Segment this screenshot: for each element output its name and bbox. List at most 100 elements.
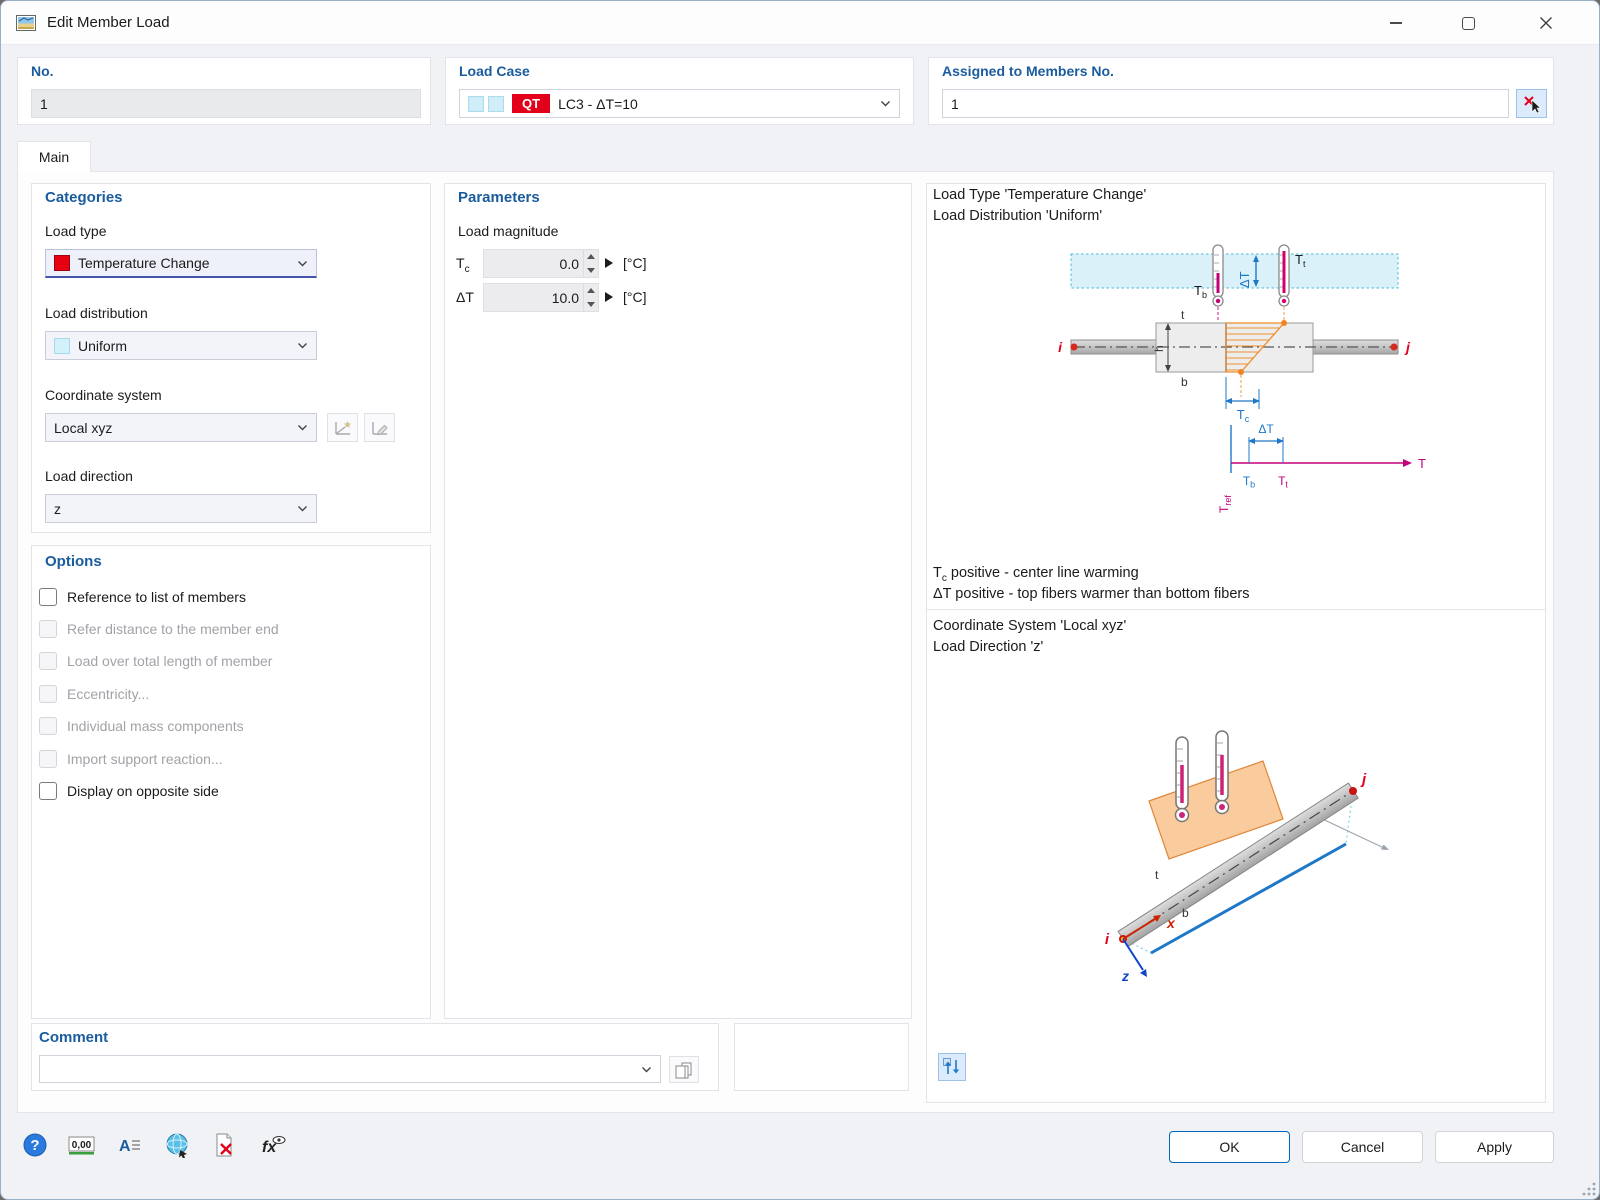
view-button[interactable] bbox=[163, 1131, 191, 1159]
delta-t-input-box bbox=[483, 283, 599, 312]
refer-distance-to-member-end-checkbox bbox=[39, 620, 57, 638]
close-button[interactable] bbox=[1505, 1, 1587, 45]
preview-divider bbox=[927, 609, 1545, 610]
label-delta-t-axis: ΔT bbox=[1258, 422, 1274, 436]
select-members-button[interactable] bbox=[1516, 89, 1547, 118]
label-z-axis: z bbox=[1121, 968, 1129, 984]
flip-view-button[interactable] bbox=[938, 1053, 966, 1081]
chevron-down-icon bbox=[641, 1066, 652, 1073]
minimize-icon bbox=[1390, 22, 1402, 24]
no-input bbox=[31, 89, 421, 118]
label-b: b bbox=[1181, 375, 1188, 389]
spinner-up-icon bbox=[587, 288, 595, 293]
checkbox-label: Individual mass components bbox=[67, 718, 244, 734]
label-x-axis: x bbox=[1166, 915, 1176, 931]
option-row: Eccentricity... bbox=[39, 682, 149, 706]
label-tc: Tc bbox=[1237, 407, 1250, 424]
coordinate-system-combobox[interactable]: Local xyz bbox=[45, 413, 317, 442]
spinner-up-button[interactable] bbox=[584, 284, 598, 298]
label-node-i: i bbox=[1058, 339, 1063, 355]
coordinate-system-label: Coordinate system bbox=[45, 387, 162, 403]
reference-to-list-of-members-checkbox[interactable] bbox=[39, 588, 57, 606]
assigned-members-input[interactable] bbox=[942, 89, 1509, 118]
load-case-label: Load Case bbox=[459, 63, 530, 79]
delta-t-spinner bbox=[583, 284, 598, 311]
no-label: No. bbox=[31, 63, 54, 79]
tc-detail-button[interactable] bbox=[605, 258, 613, 268]
member-orientation-diagram: i j x z t b bbox=[926, 691, 1546, 1021]
chevron-down-icon bbox=[297, 342, 308, 349]
new-coordinate-system-button[interactable] bbox=[327, 413, 358, 442]
new-coordinate-system-icon bbox=[332, 417, 354, 439]
parameters-title: Parameters bbox=[458, 189, 540, 206]
formula-button[interactable]: fx bbox=[259, 1131, 287, 1159]
options-title: Options bbox=[45, 553, 102, 570]
spinner-down-button[interactable] bbox=[584, 298, 598, 312]
tc-spinner bbox=[583, 250, 598, 277]
display-on-opposite-side-checkbox[interactable] bbox=[39, 782, 57, 800]
units-icon: 0,00 bbox=[68, 1132, 95, 1158]
preview-note-2: ΔT positive - top fibers warmer than bot… bbox=[933, 586, 1249, 602]
flip-arrows-icon bbox=[942, 1057, 962, 1077]
svg-text:A: A bbox=[119, 1138, 131, 1155]
spinner-up-button[interactable] bbox=[584, 250, 598, 264]
globe-icon bbox=[164, 1132, 190, 1158]
copy-comment-button[interactable] bbox=[669, 1056, 699, 1083]
load-type-combobox[interactable]: Temperature Change bbox=[45, 249, 317, 278]
ok-button[interactable]: OK bbox=[1169, 1131, 1290, 1163]
font-settings-button[interactable]: A bbox=[115, 1131, 143, 1159]
thermometer-right-icon bbox=[1279, 245, 1289, 321]
spinner-down-button[interactable] bbox=[584, 264, 598, 278]
units-button[interactable]: 0,00 bbox=[67, 1131, 95, 1159]
load-direction-value: z bbox=[54, 501, 291, 517]
load-type-label: Load type bbox=[45, 223, 107, 239]
help-button[interactable]: ? bbox=[21, 1131, 49, 1159]
window-title: Edit Member Load bbox=[47, 1, 170, 45]
load-case-combobox[interactable]: QT LC3 - ΔT=10 bbox=[459, 89, 900, 118]
edit-coordinate-system-icon bbox=[369, 417, 391, 439]
checkbox-label: Refer distance to the member end bbox=[67, 621, 279, 637]
load-distribution-combobox[interactable]: Uniform bbox=[45, 331, 317, 360]
minimize-button[interactable] bbox=[1361, 1, 1431, 45]
individual-mass-components-checkbox bbox=[39, 717, 57, 735]
maximize-button[interactable] bbox=[1433, 1, 1503, 45]
delta-t-input[interactable] bbox=[484, 284, 583, 311]
comment-combobox[interactable] bbox=[39, 1055, 661, 1083]
tc-input[interactable] bbox=[484, 250, 583, 277]
option-row: Load over total length of member bbox=[39, 649, 272, 673]
apply-button[interactable]: Apply bbox=[1435, 1131, 1554, 1163]
checkbox-label: Reference to list of members bbox=[67, 589, 246, 605]
load-direction-label: Load direction bbox=[45, 468, 133, 484]
chevron-down-icon bbox=[297, 260, 308, 267]
spinner-down-icon bbox=[587, 302, 595, 307]
preview-note-1: Tc positive - center line warming bbox=[933, 565, 1139, 584]
load-direction-combobox[interactable]: z bbox=[45, 494, 317, 523]
option-row: Reference to list of members bbox=[39, 585, 246, 609]
tab-main[interactable]: Main bbox=[17, 141, 91, 172]
load-distribution-swatch bbox=[54, 338, 70, 354]
label-b: b bbox=[1182, 906, 1189, 920]
comment-title: Comment bbox=[39, 1029, 108, 1046]
edit-coordinate-system-button[interactable] bbox=[364, 413, 395, 442]
load-case-value: LC3 - ΔT=10 bbox=[558, 96, 874, 112]
label-tb-axis: Tb bbox=[1243, 474, 1255, 490]
spinner-down-icon bbox=[587, 268, 595, 273]
title-bar: Edit Member Load bbox=[1, 1, 1599, 45]
load-over-total-length-checkbox bbox=[39, 652, 57, 670]
preview-coordinate-line: Coordinate System 'Local xyz' bbox=[933, 618, 1126, 634]
delete-load-button[interactable] bbox=[211, 1131, 239, 1159]
delta-t-detail-button[interactable] bbox=[605, 292, 613, 302]
preview-load-type-line: Load Type 'Temperature Change' bbox=[933, 187, 1146, 203]
load-case-color-swatch bbox=[468, 96, 484, 112]
label-tref: Tref bbox=[1217, 495, 1233, 513]
label-t: t bbox=[1181, 308, 1185, 322]
option-row: Display on opposite side bbox=[39, 779, 219, 803]
label-node-j: j bbox=[1360, 771, 1367, 788]
label-t-axis: T bbox=[1418, 456, 1426, 471]
close-icon bbox=[1539, 16, 1553, 30]
resize-grip[interactable] bbox=[1581, 1181, 1597, 1197]
load-case-color-swatch-2 bbox=[488, 96, 504, 112]
checkbox-label: Import support reaction... bbox=[67, 751, 223, 767]
svg-text:0,00: 0,00 bbox=[71, 1140, 91, 1151]
cancel-button[interactable]: Cancel bbox=[1302, 1131, 1423, 1163]
